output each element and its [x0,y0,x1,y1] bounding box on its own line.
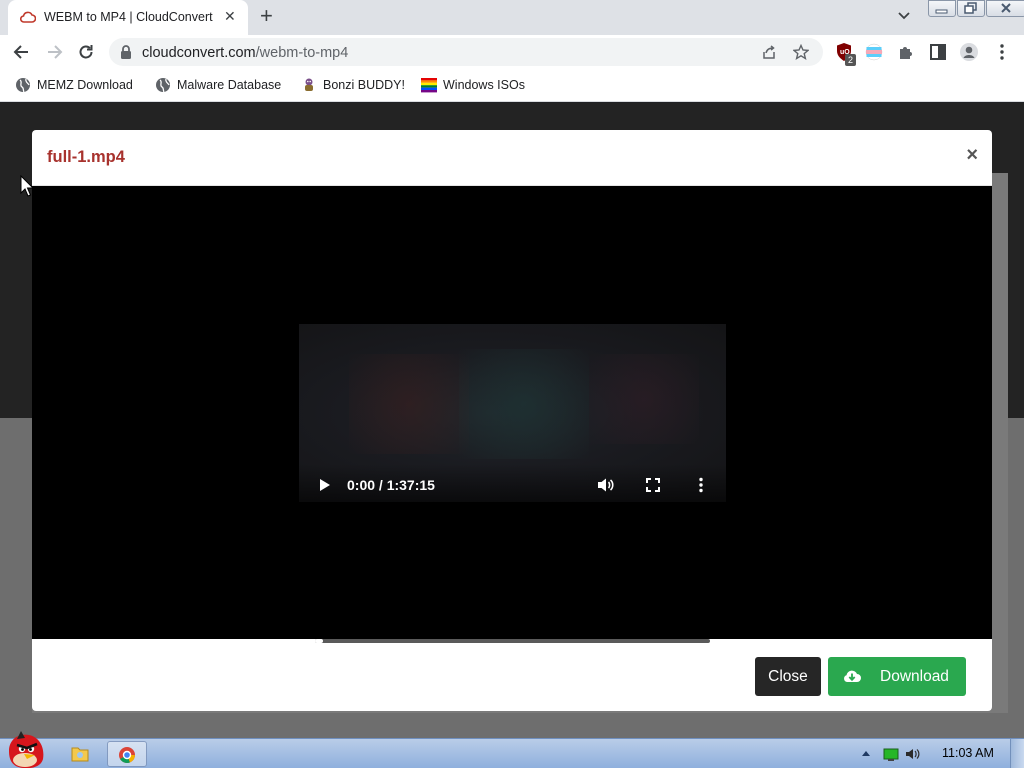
side-panel-icon[interactable] [928,42,948,62]
address-bar[interactable]: cloudconvert.com/webm-to-mp4 [109,38,823,66]
url-path: /webm-to-mp4 [255,45,349,61]
bookmark-label: MEMZ Download [37,78,133,92]
browser-tab[interactable]: WEBM to MP4 | CloudConvert ✕ [8,0,248,35]
show-hidden-icons-icon[interactable] [862,751,870,756]
bookmark-label: Bonzi BUDDY! [323,78,405,92]
video-player[interactable]: 0:00 / 1:37:15 [299,324,726,502]
url-host: cloudconvert.com [142,45,256,61]
bookmark-memz-download[interactable]: MEMZ Download [15,77,133,93]
bonzi-icon [305,78,313,91]
profile-avatar-icon[interactable] [959,42,979,62]
bookmark-label: Windows ISOs [443,78,525,92]
system-tray [858,745,934,768]
globe-icon [16,78,30,93]
fullscreen-icon[interactable] [646,478,660,492]
modal-header: full-1.mp4 × [32,130,992,186]
tab-title: WEBM to MP4 | CloudConvert [44,10,213,24]
volume-icon[interactable] [597,477,615,493]
video-frame-glow [589,354,699,444]
modal-footer: Close Download [32,639,992,711]
rainbow-flag-icon [421,78,437,93]
download-button[interactable]: Download [828,657,966,696]
modal-title: full-1.mp4 [47,148,125,166]
lock-icon[interactable] [120,45,132,59]
video-frame-glow [349,354,469,454]
chrome-icon [119,747,135,763]
folder-icon [71,747,89,762]
taskbar-chrome[interactable] [107,741,147,767]
reload-icon[interactable] [76,42,96,62]
preview-modal: full-1.mp4 × 0:00 / 1:37:15 Close Downlo… [32,130,992,711]
bookmark-bonzi-buddy[interactable]: Bonzi BUDDY! [301,77,405,93]
taskbar: 11:03 AM [0,731,1024,768]
extension-badge: 2 [845,54,856,66]
modal-close-icon[interactable]: × [966,145,978,165]
video-time: 0:00 / 1:37:15 [347,477,435,493]
mouse-cursor-icon [20,175,34,197]
taskbar-explorer[interactable] [60,741,100,767]
tab-close-icon[interactable]: ✕ [224,8,236,25]
globe-icon [156,78,170,93]
start-button-bird-icon[interactable] [3,729,49,768]
close-button[interactable]: Close [755,657,821,696]
bookmark-windows-isos[interactable]: Windows ISOs [421,77,525,93]
share-icon[interactable] [761,44,777,60]
new-tab-icon[interactable]: + [260,5,273,27]
volume-icon[interactable] [906,749,920,759]
pride-extension-icon[interactable] [864,42,884,62]
bookmark-malware-database[interactable]: Malware Database [155,77,281,93]
extensions-puzzle-icon[interactable] [896,42,916,62]
play-icon[interactable] [319,478,331,492]
video-frame-glow [459,349,589,459]
bookmarks-bar: MEMZ Download Malware Database Bonzi BUD… [0,69,1024,102]
back-arrow-icon[interactable] [12,42,32,62]
window-close-button[interactable] [986,0,1024,17]
cloud-download-icon [844,670,861,682]
menu-kebab-icon[interactable] [992,42,1012,62]
forward-arrow-icon[interactable] [44,42,64,62]
show-desktop-button[interactable] [1010,739,1024,768]
minimize-button[interactable] [928,0,956,17]
cloud-icon [20,11,36,23]
browser-toolbar: cloudconvert.com/webm-to-mp4 uO 2 [0,35,1024,69]
tab-search-chevron-icon[interactable] [897,9,911,23]
download-label: Download [880,668,949,685]
restore-button[interactable] [957,0,985,17]
tab-strip: WEBM to MP4 | CloudConvert ✕ + [0,0,1024,35]
network-icon[interactable] [883,748,899,761]
video-area: 0:00 / 1:37:15 [32,186,992,639]
window-controls [928,0,1024,17]
more-options-icon[interactable] [698,477,704,493]
bookmark-star-icon[interactable] [793,44,809,60]
url-text: cloudconvert.com/webm-to-mp4 [142,45,348,61]
bookmark-label: Malware Database [177,78,282,92]
taskbar-clock: 11:03 AM [942,746,994,760]
